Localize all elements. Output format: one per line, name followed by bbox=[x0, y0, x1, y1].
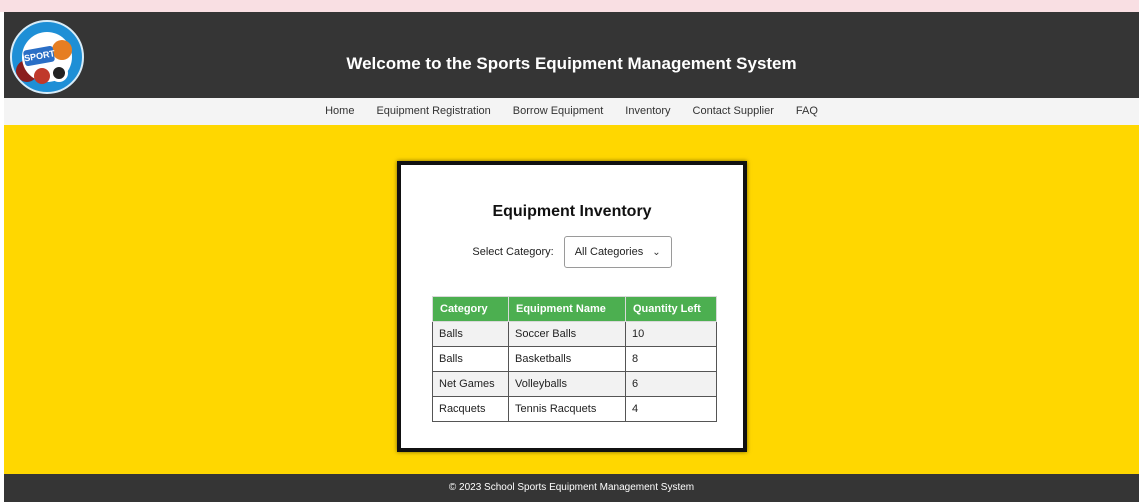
cell-quantity: 8 bbox=[625, 346, 717, 372]
cell-quantity: 4 bbox=[625, 396, 717, 422]
table-header-row: Category Equipment Name Quantity Left bbox=[432, 296, 717, 322]
cell-equipment-name: Soccer Balls bbox=[508, 321, 626, 347]
site-footer: © 2023 School Sports Equipment Managemen… bbox=[4, 474, 1139, 502]
table-row: Balls Basketballs 8 bbox=[432, 346, 717, 372]
column-header-category: Category bbox=[432, 296, 509, 322]
cell-category: Balls bbox=[432, 346, 509, 372]
main-nav: Home Equipment Registration Borrow Equip… bbox=[4, 98, 1139, 125]
nav-equipment-registration[interactable]: Equipment Registration bbox=[365, 98, 501, 125]
nav-home[interactable]: Home bbox=[314, 98, 365, 125]
cell-category: Racquets bbox=[432, 396, 509, 422]
page-title: Welcome to the Sports Equipment Manageme… bbox=[346, 54, 797, 73]
inventory-table: Category Equipment Name Quantity Left Ba… bbox=[432, 296, 717, 422]
column-header-quantity-left: Quantity Left bbox=[625, 296, 717, 322]
page: SPORT Welcome to the Sports Equipment Ma… bbox=[4, 12, 1139, 502]
category-filter: Select Category: All Categories ⌄ bbox=[401, 236, 743, 268]
category-select[interactable]: All Categories ⌄ bbox=[563, 236, 672, 268]
nav-contact-supplier[interactable]: Contact Supplier bbox=[682, 98, 785, 125]
cell-quantity: 10 bbox=[625, 321, 717, 347]
top-strip bbox=[0, 0, 1139, 12]
nav-borrow-equipment[interactable]: Borrow Equipment bbox=[502, 98, 615, 125]
inventory-card: Equipment Inventory Select Category: All… bbox=[397, 161, 747, 452]
main-content: Equipment Inventory Select Category: All… bbox=[4, 125, 1139, 474]
cell-category: Net Games bbox=[432, 371, 509, 397]
cell-category: Balls bbox=[432, 321, 509, 347]
nav-inventory[interactable]: Inventory bbox=[614, 98, 681, 125]
category-filter-label: Select Category: bbox=[472, 246, 554, 258]
nav-faq[interactable]: FAQ bbox=[785, 98, 829, 125]
table-row: Net Games Volleyballs 6 bbox=[432, 371, 717, 397]
site-header: SPORT Welcome to the Sports Equipment Ma… bbox=[4, 12, 1139, 98]
column-header-equipment-name: Equipment Name bbox=[508, 296, 626, 322]
category-select-value: All Categories bbox=[574, 246, 644, 258]
chevron-down-icon: ⌄ bbox=[652, 246, 661, 258]
cell-equipment-name: Basketballs bbox=[508, 346, 626, 372]
cell-equipment-name: Volleyballs bbox=[508, 371, 626, 397]
inventory-title: Equipment Inventory bbox=[492, 203, 652, 220]
table-row: Racquets Tennis Racquets 4 bbox=[432, 396, 717, 422]
cell-equipment-name: Tennis Racquets bbox=[508, 396, 626, 422]
table-row: Balls Soccer Balls 10 bbox=[432, 321, 717, 347]
cell-quantity: 6 bbox=[625, 371, 717, 397]
